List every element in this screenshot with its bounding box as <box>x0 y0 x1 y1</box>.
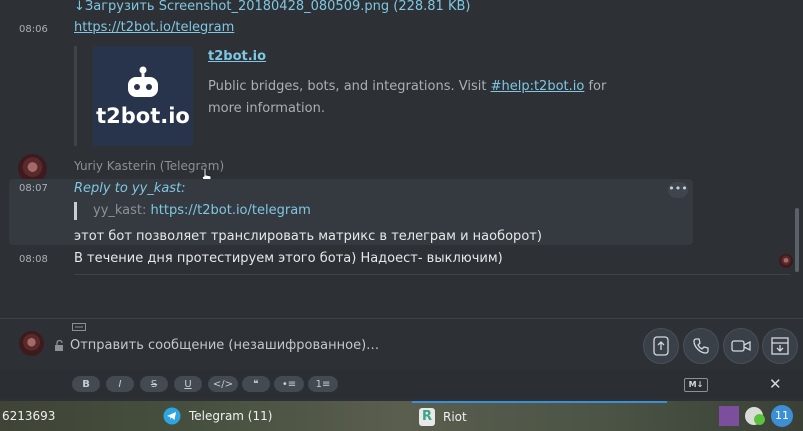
quote-link[interactable]: https://t2bot.io/telegram <box>151 203 311 218</box>
read-receipt-avatar[interactable] <box>779 254 793 268</box>
os-taskbar: 6213693 Telegram (11) R Riot 11 <box>0 401 803 431</box>
message-link[interactable]: https://t2bot.io/telegram <box>74 20 234 35</box>
keyboard-icon <box>72 323 86 331</box>
robot-icon <box>128 66 158 97</box>
quote-user[interactable]: yy_kast: <box>93 203 146 218</box>
message-options-button[interactable]: ••• <box>668 182 688 198</box>
reply-label[interactable]: Reply to yy_kast: <box>74 181 186 196</box>
quoted-message[interactable]: yy_kast: https://t2bot.io/telegram <box>93 203 311 218</box>
video-camera-icon <box>731 340 751 352</box>
strikethrough-button[interactable]: S <box>140 376 168 392</box>
telegram-icon <box>163 407 181 425</box>
url-preview-description-line2: more information. <box>208 101 325 116</box>
close-format-bar-icon[interactable]: ✕ <box>769 375 782 393</box>
numbered-list-button[interactable]: 1≡ <box>308 376 338 392</box>
notification-badge[interactable]: 11 <box>771 405 793 427</box>
taskbar-item-telegram[interactable]: Telegram (11) <box>156 401 406 431</box>
riot-icon: R <box>419 408 435 426</box>
scrollbar[interactable] <box>795 208 799 272</box>
voice-call-button[interactable] <box>683 328 719 364</box>
desc-text: Public bridges, bots, and integrations. … <box>208 79 491 94</box>
url-preview-description: Public bridges, bots, and integrations. … <box>208 79 606 94</box>
online-dot-icon <box>754 414 765 425</box>
bold-button[interactable]: B <box>72 376 100 392</box>
help-room-link[interactable]: #help:t2bot.io <box>491 79 585 94</box>
taskbar-item-label: Telegram (11) <box>189 409 273 423</box>
taskbar-item-riot[interactable]: R Riot <box>412 401 667 431</box>
code-button[interactable]: </> <box>208 376 238 392</box>
message-timestamp: 08:06 <box>19 24 48 35</box>
apps-icon <box>771 337 789 355</box>
thumbnail-logo-text: t2bot.io <box>96 104 190 128</box>
purple-tray-icon[interactable] <box>719 406 739 426</box>
composer-divider <box>0 318 803 319</box>
url-preview-title[interactable]: t2bot.io <box>208 49 266 64</box>
url-preview-bar <box>74 46 77 146</box>
desc-text-end: for <box>584 79 607 94</box>
message-timestamp: 08:07 <box>19 183 48 194</box>
markdown-toggle[interactable]: M↓ <box>684 378 708 392</box>
bullet-list-button[interactable]: •≡ <box>274 376 304 392</box>
quote-button[interactable]: ❝ <box>242 376 270 392</box>
italic-button[interactable]: I <box>106 376 134 392</box>
message-timestamp: 08:08 <box>19 254 48 265</box>
underline-button[interactable]: U <box>174 376 202 392</box>
apps-button[interactable] <box>762 328 798 364</box>
unlock-icon <box>55 340 63 351</box>
upload-button[interactable] <box>643 328 679 364</box>
quote-bar <box>74 202 77 220</box>
message-divider <box>74 274 791 275</box>
url-preview-thumbnail[interactable]: t2bot.io <box>93 46 193 146</box>
phone-icon <box>693 338 709 354</box>
my-avatar[interactable] <box>19 331 44 356</box>
taskbar-text: 6213693 <box>2 409 56 423</box>
message-text: В течение дня протестируем этого бота) Н… <box>74 251 503 266</box>
upload-icon <box>653 336 669 356</box>
download-link[interactable]: ↓Загрузить Screenshot_20180428_080509.pn… <box>74 0 470 14</box>
message-composer-input[interactable]: Отправить сообщение (незашифрованное)… <box>70 338 630 353</box>
video-call-button[interactable] <box>723 328 759 364</box>
message-text: этот бот позволяет транслировать матрикс… <box>74 229 542 244</box>
taskbar-item-label: Riot <box>443 410 467 424</box>
